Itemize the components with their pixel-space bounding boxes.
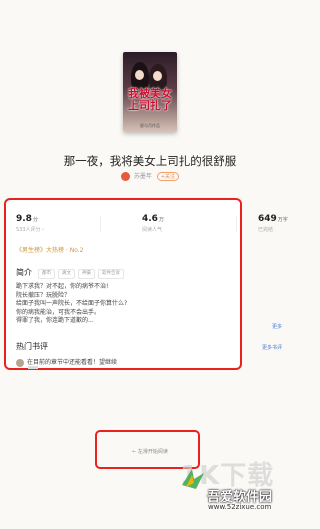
cover-title: 我被美女上司扎了 [128,87,172,112]
follow-button[interactable]: +关注 [156,172,180,181]
genre-tags: 都市 爽文 神豪 软件告诉 [38,269,127,279]
watermark-url: www.52zixue.com [208,503,272,511]
commenter-avatar [16,358,24,367]
book-cover[interactable]: 我被美女上司扎了 星与月作品 [123,52,177,132]
popularity-label: 阅读人气 [142,227,163,233]
popularity-stat: 4.6万 阅读人气 [142,214,164,233]
cover-footer: 星与月作品 [140,123,160,128]
completion-status: 已完结 [258,227,274,233]
synopsis-line: 给面子我叫一声院长，不给面子你算什么? [16,300,128,308]
genre-tag[interactable]: 爽文 [58,269,75,279]
genre-tag[interactable]: 神豪 [78,269,95,279]
comments-heading: 热门书评 [16,342,48,351]
author-row: 苏墨年 +关注 [0,171,300,181]
synopsis-more-link[interactable]: 更多 [272,323,282,330]
genre-tag[interactable]: 都市 [38,269,55,279]
rank-badge[interactable]: 《男生榜》大热榜 · No.2 [16,245,84,254]
rating-stat[interactable]: 9.8分 533人评分 › [16,214,44,233]
rating-unit: 分 [32,217,38,223]
cover-face [135,70,144,80]
wordcount-stat: 649万字 已完结 [258,214,288,233]
comments-more-link[interactable]: 更多书评 [262,344,282,351]
comment-text: 在目前的章节中还能看看！望继续 [27,359,118,366]
author-avatar[interactable] [120,172,130,181]
stat-divider [236,216,237,232]
start-reading-hint[interactable]: ← 左滑开始阅读 [0,448,300,455]
synopsis-line: 得罪了我，你连跪下道歉的... [16,317,94,325]
intro-heading: 简介 [16,268,32,277]
wordcount-unit: 万字 [277,217,288,223]
author-name[interactable]: 苏墨年 [134,173,152,180]
book-title: 那一夜，我将美女上司扎的很舒服 [63,154,237,168]
rating-value: 9.8 [16,214,32,224]
watermark-logo-icon [182,469,204,489]
genre-tag[interactable]: 软件告诉 [98,269,124,279]
comment-placeholder [28,366,38,369]
synopsis-line: 院长撤压？玩脱险？ [16,291,71,299]
synopsis: 跪下求我？对不起，你的病爷不治! 院长撤压？玩脱险？ 给面子我叫一声院长，不给面… [16,283,216,326]
popularity-value: 4.6 [142,214,158,224]
stat-divider [100,216,101,232]
wordcount-value: 649 [258,214,277,224]
cover-face [153,71,162,81]
rating-label: 533人评分 › [16,227,45,233]
synopsis-line: 跪下求我？对不起，你的病爷不治! [16,283,109,290]
popularity-unit: 万 [158,217,164,223]
